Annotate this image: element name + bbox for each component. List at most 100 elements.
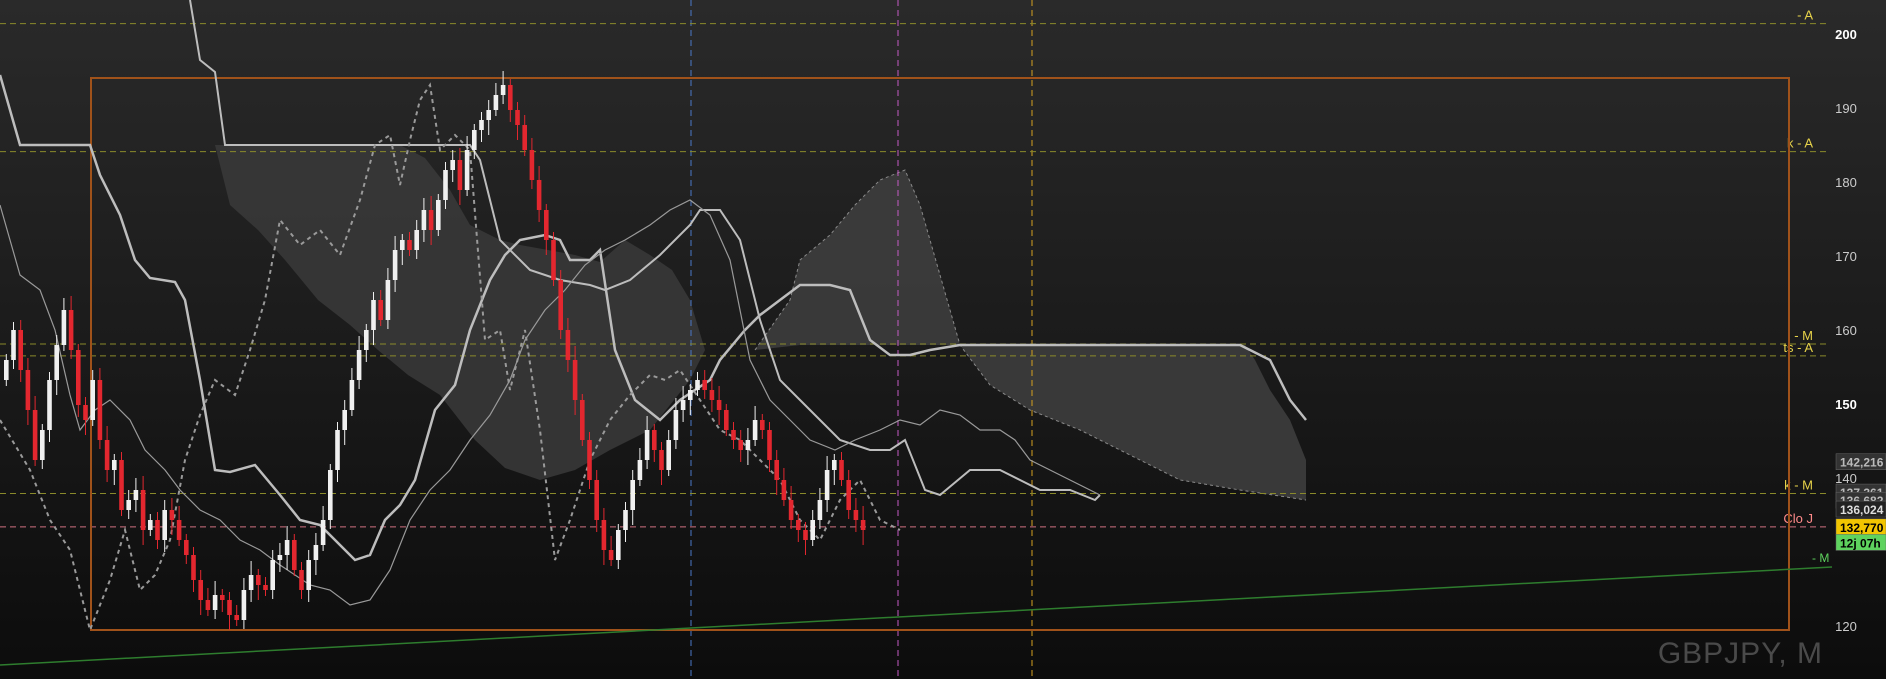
level-label-2: k - A (1787, 136, 1813, 151)
candle-body (558, 280, 563, 330)
candle-body (68, 310, 74, 350)
candle-body (450, 160, 455, 170)
candle-body (428, 210, 434, 230)
candle-body (702, 380, 707, 390)
candle-body (227, 600, 232, 615)
candle-body (234, 615, 239, 620)
candle-body (83, 405, 88, 420)
candle-body (781, 480, 787, 500)
candle-body (666, 440, 671, 470)
level-label-6: Clo J (1783, 511, 1813, 526)
price-tag-1: 142,216 (1840, 456, 1884, 470)
candle-body (212, 595, 218, 610)
price-tag-6: 12j 07h (1840, 536, 1881, 550)
candle-body (54, 345, 59, 380)
candle-body (414, 230, 419, 250)
axis-tick-120: 120 (1835, 619, 1857, 634)
axis-tick-140: 140 (1835, 471, 1857, 486)
candle-body (839, 460, 844, 480)
candle-body (587, 440, 592, 480)
candle-body (486, 110, 491, 120)
candle-body (140, 490, 146, 530)
candle-body (824, 470, 830, 500)
axis-tick-180: 180 (1835, 175, 1857, 190)
candle-body (126, 500, 131, 510)
candle-body (529, 150, 535, 180)
candle-body (256, 575, 261, 585)
candle-body (61, 310, 67, 345)
candle-body (248, 575, 254, 590)
candle-body (515, 110, 520, 125)
price-chart[interactable]: - Ak - A- Mts - Ak - MClo J - M 12014015… (0, 0, 1886, 679)
candle-body (803, 530, 808, 540)
candle-body (536, 180, 542, 210)
candle-body (378, 300, 383, 320)
axis-tick-200: 200 (1835, 27, 1857, 42)
candle-body (342, 410, 347, 430)
candle-body (364, 330, 369, 350)
candle-body (284, 540, 290, 555)
candle-body (104, 440, 110, 470)
candle-body (695, 380, 700, 390)
candle-body (810, 520, 815, 540)
candle-body (97, 380, 103, 440)
candle-body (76, 350, 81, 405)
candle-body (25, 370, 31, 410)
axis-tick-160: 160 (1835, 323, 1857, 338)
axis-tick-190: 190 (1835, 101, 1857, 116)
candle-body (198, 580, 203, 600)
candle-body (724, 410, 729, 430)
candle-body (479, 120, 484, 130)
candle-body (119, 460, 124, 510)
candle-body (767, 430, 772, 460)
candle-body (760, 420, 765, 430)
candle-body (544, 210, 549, 240)
candle-body (709, 390, 715, 400)
candle-body (349, 380, 355, 410)
candle-body (90, 380, 95, 420)
price-tag-4: 136,024 (1840, 503, 1884, 517)
candle-body (565, 330, 571, 360)
candle-body (155, 520, 160, 540)
candle-body (205, 600, 211, 610)
candle-body (112, 460, 117, 470)
axis-tick-170: 170 (1835, 249, 1857, 264)
candle-body (176, 520, 182, 540)
candle-body (392, 250, 398, 280)
candle-body (162, 510, 167, 540)
candle-body (630, 480, 635, 510)
level-label-1: - A (1797, 8, 1813, 23)
candle-body (817, 500, 823, 520)
candle-body (493, 95, 499, 110)
candle-body (299, 570, 304, 590)
candle-body (680, 400, 686, 410)
candle-body (220, 595, 225, 600)
candle-body (580, 400, 585, 440)
candle-body (551, 240, 556, 280)
candle-body (572, 360, 578, 400)
candle-body (738, 440, 743, 450)
candle-body (385, 280, 391, 320)
candle-body (688, 390, 693, 400)
candle-body (148, 520, 153, 530)
candle-body (436, 200, 441, 230)
candle-body (40, 430, 45, 460)
candle-body (601, 520, 607, 550)
candle-body (731, 430, 736, 440)
candle-body (191, 555, 196, 580)
candle-body (169, 510, 175, 520)
candle-body (608, 550, 614, 560)
candle-body (637, 460, 643, 480)
candle-body (421, 210, 427, 230)
candle-body (313, 545, 319, 560)
axis-tick-150: 150 (1835, 397, 1857, 412)
candle-body (860, 520, 866, 530)
candle-body (277, 555, 283, 560)
candle-body (443, 170, 448, 200)
candle-body (832, 460, 837, 470)
candle-body (407, 240, 412, 250)
candle-body (508, 85, 513, 110)
candle-body (133, 490, 139, 500)
candle-body (853, 510, 859, 520)
candle-body (4, 360, 9, 380)
